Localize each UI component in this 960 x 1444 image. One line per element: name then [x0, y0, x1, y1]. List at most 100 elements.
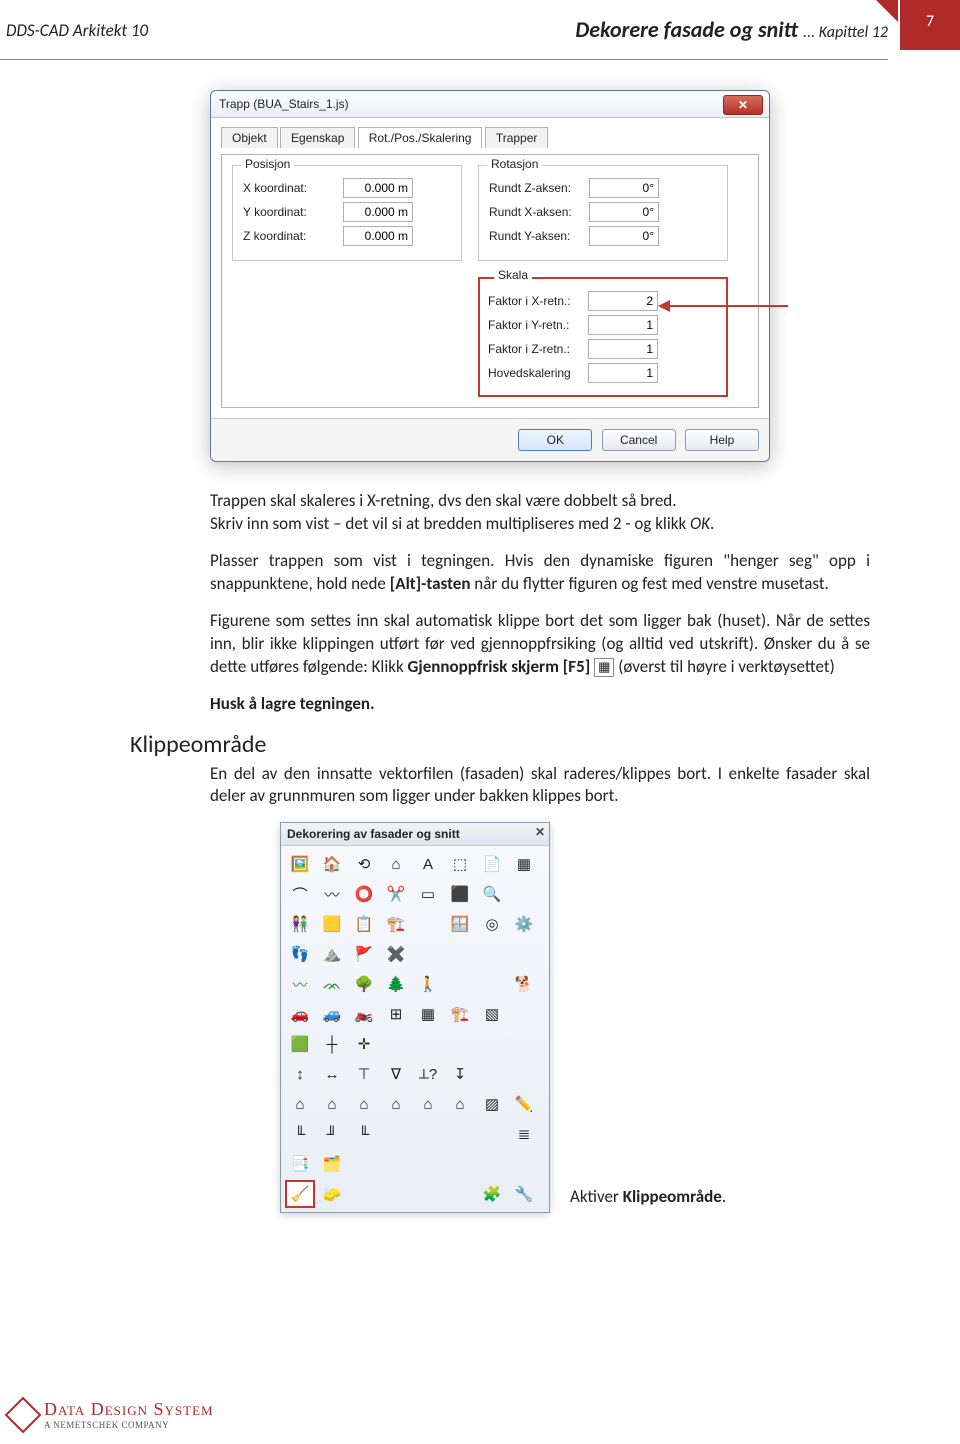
tool-icon[interactable]: ⬛	[445, 880, 475, 908]
tool-icon[interactable]: ⌂	[381, 850, 411, 878]
tool-icon[interactable]	[381, 1120, 411, 1148]
tool-icon[interactable]: ┼	[317, 1030, 347, 1058]
tool-icon[interactable]: ✂️	[381, 880, 411, 908]
tool-icon[interactable]	[477, 1060, 507, 1088]
tool-icon[interactable]	[413, 1030, 443, 1058]
tool-icon[interactable]	[445, 1180, 475, 1208]
tool-icon[interactable]	[509, 1000, 539, 1028]
tool-icon[interactable]: ⌂	[285, 1090, 315, 1118]
tool-icon[interactable]: ✛	[349, 1030, 379, 1058]
tab-rot-pos-skalering[interactable]: Rot./Pos./Skalering	[358, 127, 483, 149]
tool-icon[interactable]: 🪟	[445, 910, 475, 938]
klippeomrade-tool-icon[interactable]: 🧹	[285, 1180, 315, 1208]
toolbar-close-icon[interactable]: ✕	[535, 825, 545, 839]
tool-icon[interactable]	[477, 970, 507, 998]
tool-icon[interactable]: ⌂	[445, 1090, 475, 1118]
tool-icon[interactable]: 🧽	[317, 1180, 347, 1208]
tool-icon[interactable]: 🌲	[381, 970, 411, 998]
tab-egenskap[interactable]: Egenskap	[280, 127, 355, 148]
tool-icon[interactable]: ↧	[445, 1060, 475, 1088]
tool-icon[interactable]	[509, 940, 539, 968]
tool-icon[interactable]: ⊞	[381, 1000, 411, 1028]
tool-icon[interactable]: 🧩	[477, 1180, 507, 1208]
tool-icon[interactable]: ▨	[477, 1090, 507, 1118]
tool-icon[interactable]	[445, 1030, 475, 1058]
tool-icon[interactable]	[477, 1030, 507, 1058]
help-button[interactable]: Help	[685, 429, 759, 451]
tool-icon[interactable]: 👫	[285, 910, 315, 938]
tool-icon[interactable]: ▦	[509, 850, 539, 878]
hovedskalering-input[interactable]	[588, 363, 658, 383]
faktor-x-input[interactable]	[588, 291, 658, 311]
z-coord-input[interactable]	[343, 226, 413, 246]
tool-icon[interactable]	[413, 1180, 443, 1208]
tool-icon[interactable]	[445, 970, 475, 998]
ok-button[interactable]: OK	[518, 429, 592, 451]
tool-icon[interactable]: ᨏ	[317, 970, 347, 998]
y-coord-input[interactable]	[343, 202, 413, 222]
tool-icon[interactable]: ✏️	[509, 1090, 539, 1118]
tool-icon[interactable]: 〰	[285, 970, 315, 998]
tool-icon[interactable]: 📋	[349, 910, 379, 938]
tool-icon[interactable]: ╜	[317, 1120, 347, 1148]
tool-icon[interactable]: 🚶	[413, 970, 443, 998]
tool-icon[interactable]: 🟩	[285, 1030, 315, 1058]
tool-icon[interactable]: 🐕	[509, 970, 539, 998]
tool-icon[interactable]: ∇	[381, 1060, 411, 1088]
tool-icon[interactable]: ╙	[349, 1120, 379, 1148]
rx-input[interactable]	[589, 202, 659, 222]
tool-icon[interactable]: ╙	[285, 1120, 315, 1148]
tool-icon[interactable]	[445, 940, 475, 968]
tool-icon[interactable]	[509, 1150, 539, 1178]
tool-icon[interactable]	[381, 1180, 411, 1208]
tool-icon[interactable]: 🌳	[349, 970, 379, 998]
faktor-z-input[interactable]	[588, 339, 658, 359]
tool-icon[interactable]: 🏗️	[445, 1000, 475, 1028]
tool-icon[interactable]: 📄	[477, 850, 507, 878]
tool-icon[interactable]: 🔍	[477, 880, 507, 908]
tool-icon[interactable]	[477, 1150, 507, 1178]
tool-icon[interactable]: ⌂	[317, 1090, 347, 1118]
tool-icon[interactable]: ⭕	[349, 880, 379, 908]
tool-icon[interactable]: 🏗️	[381, 910, 411, 938]
tool-icon[interactable]: ▭	[413, 880, 443, 908]
cancel-button[interactable]: Cancel	[602, 429, 676, 451]
tab-objekt[interactable]: Objekt	[221, 127, 278, 148]
tool-icon[interactable]: 🔧	[509, 1180, 539, 1208]
tool-icon[interactable]	[413, 940, 443, 968]
tool-icon[interactable]: 📑	[285, 1150, 315, 1178]
tool-icon[interactable]	[477, 940, 507, 968]
tool-icon[interactable]	[509, 1030, 539, 1058]
tool-icon[interactable]: ≣	[509, 1120, 539, 1148]
tool-icon[interactable]: ▦	[413, 1000, 443, 1028]
tool-icon[interactable]	[381, 1030, 411, 1058]
rz-input[interactable]	[589, 178, 659, 198]
tool-icon[interactable]: 🗂️	[317, 1150, 347, 1178]
ry-input[interactable]	[589, 226, 659, 246]
tool-icon[interactable]	[381, 1150, 411, 1178]
close-button[interactable]: ✕	[723, 95, 763, 115]
tool-icon[interactable]: ✖️	[381, 940, 411, 968]
tool-icon[interactable]: ▧	[477, 1000, 507, 1028]
tool-icon[interactable]	[349, 1150, 379, 1178]
tool-icon[interactable]: 〰	[317, 880, 347, 908]
tool-icon[interactable]: ⌂	[413, 1090, 443, 1118]
tool-icon[interactable]: 🚗	[285, 1000, 315, 1028]
tool-icon[interactable]: A	[413, 850, 443, 878]
tool-icon[interactable]	[413, 1150, 443, 1178]
tool-icon[interactable]: ⟲	[349, 850, 379, 878]
tool-icon[interactable]: 🏠	[317, 850, 347, 878]
faktor-y-input[interactable]	[588, 315, 658, 335]
tool-icon[interactable]	[445, 1120, 475, 1148]
tool-icon[interactable]: ⌂	[349, 1090, 379, 1118]
tool-icon[interactable]: ⌂	[381, 1090, 411, 1118]
tool-icon[interactable]: ◎	[477, 910, 507, 938]
x-coord-input[interactable]	[343, 178, 413, 198]
tool-icon[interactable]	[477, 1120, 507, 1148]
tool-icon[interactable]: 🖼️	[285, 850, 315, 878]
tool-icon[interactable]: 👣	[285, 940, 315, 968]
tool-icon[interactable]: 🟨	[317, 910, 347, 938]
tool-icon[interactable]	[413, 1120, 443, 1148]
tool-icon[interactable]: ⬚	[445, 850, 475, 878]
tool-icon[interactable]: ⛰️	[317, 940, 347, 968]
